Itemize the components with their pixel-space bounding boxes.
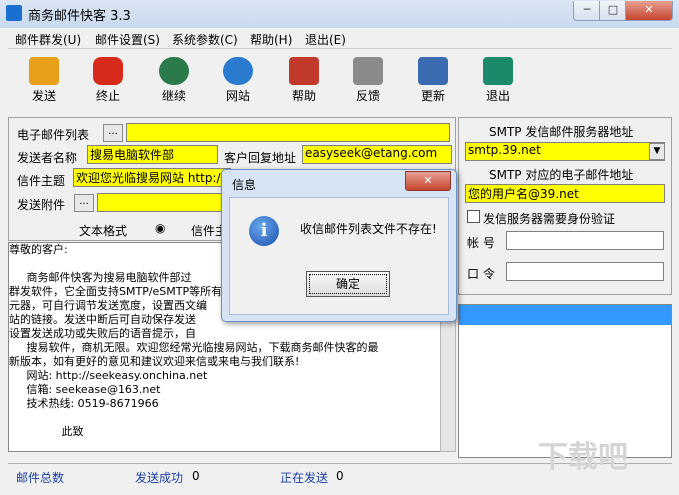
selected-log-row[interactable] [459,305,671,325]
sending-label: 正在发送 [280,471,329,485]
info-icon: i [249,216,279,246]
info-dialog: 信息 ✕ i 收信邮件列表文件不存在! 确定 [221,169,457,322]
menu-help[interactable]: 帮助(H) [250,31,292,48]
total-label: 邮件总数 [16,471,65,485]
ok-button[interactable]: 确定 [306,271,390,297]
send-icon [29,57,59,85]
auth-checkbox[interactable] [467,210,480,223]
smtp-server-select[interactable]: smtp.39.net [465,142,665,161]
smtp-account-field[interactable]: 您的用户名@39.net [465,184,665,203]
globe-icon [223,57,253,85]
menu-system-params[interactable]: 系统参数(C) [172,31,238,48]
dialog-body: i 收信邮件列表文件不存在! 确定 [229,197,449,315]
menu-bar: 邮件群发(U) 邮件设置(S) 系统参数(C) 帮助(H) 退出(E) [0,28,679,48]
sender-name-field[interactable]: 搜易电脑软件部 [87,145,218,164]
website-button[interactable]: 网站 [208,49,268,111]
attachment-label: 发送附件 [17,198,66,212]
update-icon [418,57,448,85]
title-bar: 商务邮件快客 3.3 ─ □ ✕ [0,0,679,29]
account-field[interactable] [506,231,664,250]
text-format-radio[interactable]: ◉ [155,221,165,235]
exit-button[interactable]: 退出 [468,49,528,111]
continue-button[interactable]: 继续 [144,49,204,111]
dialog-close-button[interactable]: ✕ [405,171,451,191]
smtp-panel: SMTP 发信邮件服务器地址 smtp.39.net ▼ SMTP 对应的电子邮… [458,117,672,295]
chevron-down-icon[interactable]: ▼ [649,143,665,160]
menu-mass-send[interactable]: 邮件群发(U) [15,31,81,48]
update-button[interactable]: 更新 [403,49,463,111]
reply-address-field[interactable]: easyseek@etang.com [302,145,452,164]
dialog-message: 收信邮件列表文件不存在! [300,222,437,236]
sending-count: 0 [336,469,344,483]
send-button[interactable]: 发送 [14,49,74,111]
password-label: 口 令 [467,267,495,281]
text-format-label: 文本格式 [79,224,128,238]
attachment-field[interactable] [97,193,224,212]
email-list-label: 电子邮件列表 [17,128,90,142]
menu-mail-settings[interactable]: 邮件设置(S) [95,31,160,48]
email-list-browse-button[interactable]: ... [103,124,123,142]
success-label: 发送成功 [135,471,184,485]
account-label: 帐 号 [467,236,495,250]
auth-label: 发信服务器需要身份验证 [483,212,616,226]
email-list-field[interactable] [126,123,450,142]
subject-field[interactable]: 欢迎您光临搜易网站 http:/ [73,168,231,187]
dialog-title: 信息 [232,178,257,192]
feedback-button[interactable]: 反馈 [338,49,398,111]
attachment-browse-button[interactable]: ... [74,194,94,212]
sender-name-label: 发送者名称 [17,151,78,165]
stop-button[interactable]: 终止 [78,49,138,111]
feedback-icon [353,57,383,85]
help-icon [289,57,319,85]
password-field[interactable] [506,262,664,281]
subject-label: 信件主题 [17,174,66,188]
smtp-account-title: SMTP 对应的电子邮件地址 [489,168,634,182]
smtp-server-title: SMTP 发信邮件服务器地址 [489,125,634,139]
continue-icon [159,57,189,85]
help-button[interactable]: 帮助 [274,49,334,111]
watermark: 下载吧 [538,440,628,475]
maximize-button[interactable]: □ [599,1,627,21]
window-title: 商务邮件快客 3.3 [28,9,131,24]
app-icon [6,5,22,21]
toolbar: 发送 终止 继续 网站 帮助 反馈 更新 退出 [8,48,672,113]
menu-exit[interactable]: 退出(E) [305,31,346,48]
reply-address-label: 客户回复地址 [224,151,297,165]
exit-icon [483,57,513,85]
stop-icon [93,57,123,85]
success-count: 0 [192,469,200,483]
close-button[interactable]: ✕ [625,1,673,21]
minimize-button[interactable]: ─ [573,1,601,21]
